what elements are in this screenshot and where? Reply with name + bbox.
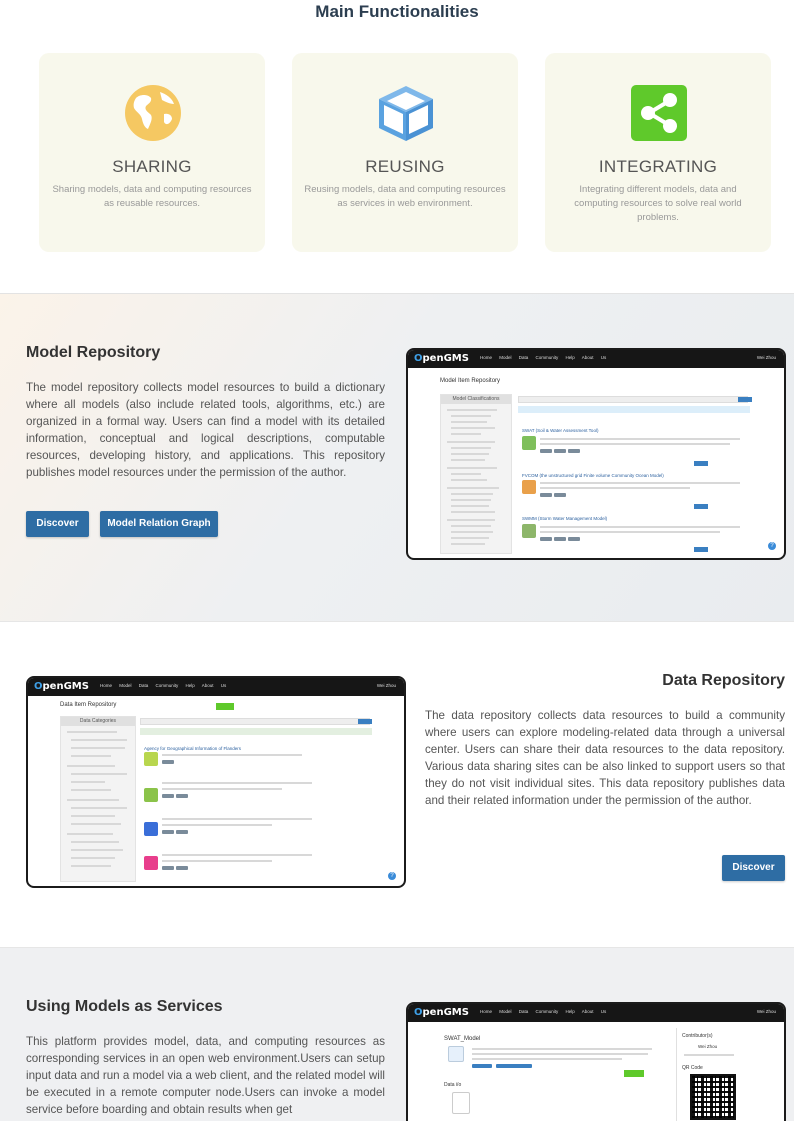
model-relation-graph-button[interactable]: Model Relation Graph (100, 511, 218, 537)
screenshot-model-name: SWAT_Model (444, 1036, 481, 1042)
screenshot-breadcrumb (518, 406, 750, 413)
card-title: INTEGRATING (598, 157, 718, 176)
screenshot-sidebar-title: Model Classifications (441, 395, 511, 404)
card-title: SHARING (112, 157, 192, 176)
card-reusing: REUSING Reusing models, data and computi… (292, 53, 518, 252)
help-icon: ? (388, 872, 396, 880)
card-description: Reusing models, data and computing resou… (304, 184, 506, 209)
discover-data-button[interactable]: Discover (722, 855, 785, 881)
screenshot-breadcrumb (140, 728, 372, 735)
screenshot-contributor: Wei Zhou (698, 1044, 718, 1049)
data-repository-screenshot: OpenGMS Home Model Data Community Help A… (26, 676, 406, 888)
screenshot-item-title: SWAT (Soil & Water Assessment Tool) (522, 428, 599, 433)
screenshot-item-title: FVCOM (the unstructured grid Finite volu… (522, 473, 664, 478)
screenshot-item-thumbnail (522, 524, 536, 538)
data-file-icon (452, 1092, 470, 1114)
model-thumbnail (448, 1046, 464, 1062)
screenshot-sidebar: Data Categories (60, 716, 136, 882)
discover-models-button[interactable]: Discover (26, 511, 89, 537)
screenshot-user: Wei Zhou (756, 1009, 776, 1014)
cube-icon (379, 86, 433, 141)
section-heading: Data Repository (662, 672, 785, 689)
screenshot-navbar: OpenGMS Home Model Data Community Help A… (408, 1004, 784, 1022)
share-icon (631, 85, 687, 141)
screenshot-nav-links: Home Model Data Community Help About Us (100, 683, 227, 688)
screenshot-contributor-label: Contributor(s) (682, 1033, 713, 1039)
screenshot-page-title: Model Item Repository (440, 378, 501, 384)
opengms-logo: OpenGMS (414, 353, 469, 364)
section-heading: Using Models as Services (26, 998, 223, 1015)
screenshot-navbar: OpenGMS Home Model Data Community Help A… (28, 678, 404, 696)
services-section: Using Models as Services This platform p… (0, 948, 794, 1121)
model-service-screenshot: OpenGMS Home Model Data Community Help A… (406, 1002, 786, 1121)
card-sharing: SHARING Sharing models, data and computi… (39, 53, 265, 252)
screenshot-sidebar: Model Classifications (440, 394, 512, 554)
section-description: The data repository collects data resour… (425, 709, 785, 807)
screenshot-navbar: OpenGMS Home Model Data Community Help A… (408, 350, 784, 368)
section-description: The model repository collects model reso… (26, 381, 385, 479)
data-repository-section: OpenGMS Home Model Data Community Help A… (0, 621, 794, 948)
screenshot-data-label: Data i/o (444, 1082, 462, 1088)
help-icon: ? (768, 542, 776, 550)
screenshot-user: Wei Zhou (756, 355, 776, 360)
screenshot-search-button (738, 397, 752, 402)
card-integrating: INTEGRATING Integrating different models… (545, 53, 771, 252)
qr-code (690, 1074, 736, 1120)
section-heading: Model Repository (26, 344, 161, 361)
card-description: Integrating different models, data and c… (574, 184, 742, 223)
screenshot-nav-links: Home Model Data Community Help About Us (480, 355, 607, 360)
screenshot-sidebar-title: Data Categories (61, 717, 135, 726)
opengms-logo: OpenGMS (414, 1007, 469, 1018)
globe-icon (125, 85, 181, 141)
screenshot-item-title: SWMM (Storm Water Management Model) (522, 516, 608, 521)
screenshot-search-bar (518, 396, 748, 403)
screenshot-search-bar (140, 718, 370, 725)
screenshot-page-title: Data Item Repository (60, 702, 117, 708)
model-repository-section: Model Repository The model repository co… (0, 293, 794, 621)
section-description: This platform provides model, data, and … (26, 1035, 385, 1116)
card-title: REUSING (365, 157, 445, 176)
screenshot-qr-label: QR Code (682, 1065, 703, 1071)
screenshot-item-thumbnail (522, 436, 536, 450)
functionalities-title: Main Functionalities (315, 2, 479, 21)
model-repository-screenshot: OpenGMS Home Model Data Community Help A… (406, 348, 786, 560)
screenshot-item-title: Agency for Geographical Information of F… (144, 746, 242, 751)
screenshot-user: Wei Zhou (376, 683, 396, 688)
screenshot-nav-links: Home Model Data Community Help About Us (480, 1009, 607, 1014)
screenshot-item-thumbnail (522, 480, 536, 494)
card-description: Sharing models, data and computing resou… (52, 184, 252, 209)
opengms-logo: OpenGMS (34, 681, 89, 692)
